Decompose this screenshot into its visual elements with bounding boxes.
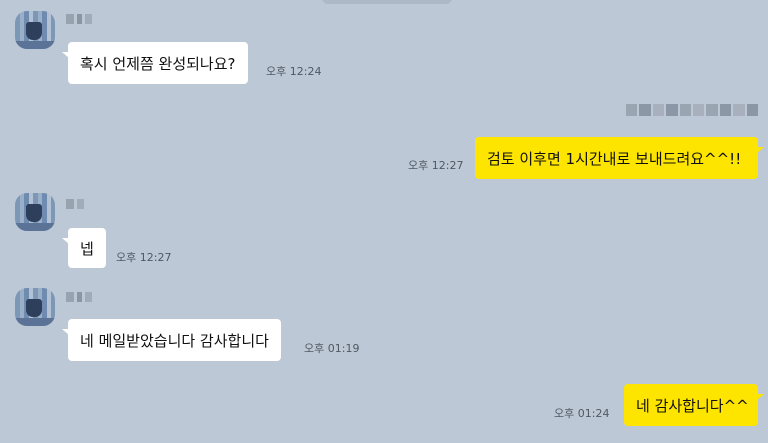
message-time: 오후 12:27 [408, 159, 464, 172]
sender-name-redacted [66, 292, 92, 302]
message-bubble-incoming[interactable]: 네 메일받았습니다 감사합니다 [62, 319, 281, 361]
message-text: 네 감사합니다^^ [636, 396, 749, 415]
message-text: 네 메일받았습니다 감사합니다 [80, 331, 269, 350]
sender-name-redacted [66, 14, 92, 24]
message-time: 오후 01:24 [554, 407, 610, 420]
avatar[interactable] [15, 288, 55, 326]
sender-name-redacted [626, 104, 759, 116]
date-divider-pill [322, 0, 452, 4]
message-time: 오후 12:27 [116, 251, 172, 264]
message-time: 오후 01:19 [304, 342, 360, 355]
message-bubble-incoming[interactable]: 넵 [62, 228, 106, 268]
message-bubble-outgoing[interactable]: 검토 이후면 1시간내로 보내드려요^^!! [475, 137, 764, 179]
message-bubble-incoming[interactable]: 혹시 언제쯤 완성되나요? [62, 42, 248, 84]
avatar[interactable] [15, 11, 55, 49]
message-time: 오후 12:24 [266, 65, 322, 78]
message-bubble-outgoing[interactable]: 네 감사합니다^^ [624, 384, 764, 426]
message-text: 혹시 언제쯤 완성되나요? [80, 54, 236, 73]
avatar[interactable] [15, 193, 55, 231]
message-text: 검토 이후면 1시간내로 보내드려요^^!! [487, 149, 742, 168]
message-text: 넵 [80, 239, 94, 258]
sender-name-redacted [66, 199, 84, 209]
